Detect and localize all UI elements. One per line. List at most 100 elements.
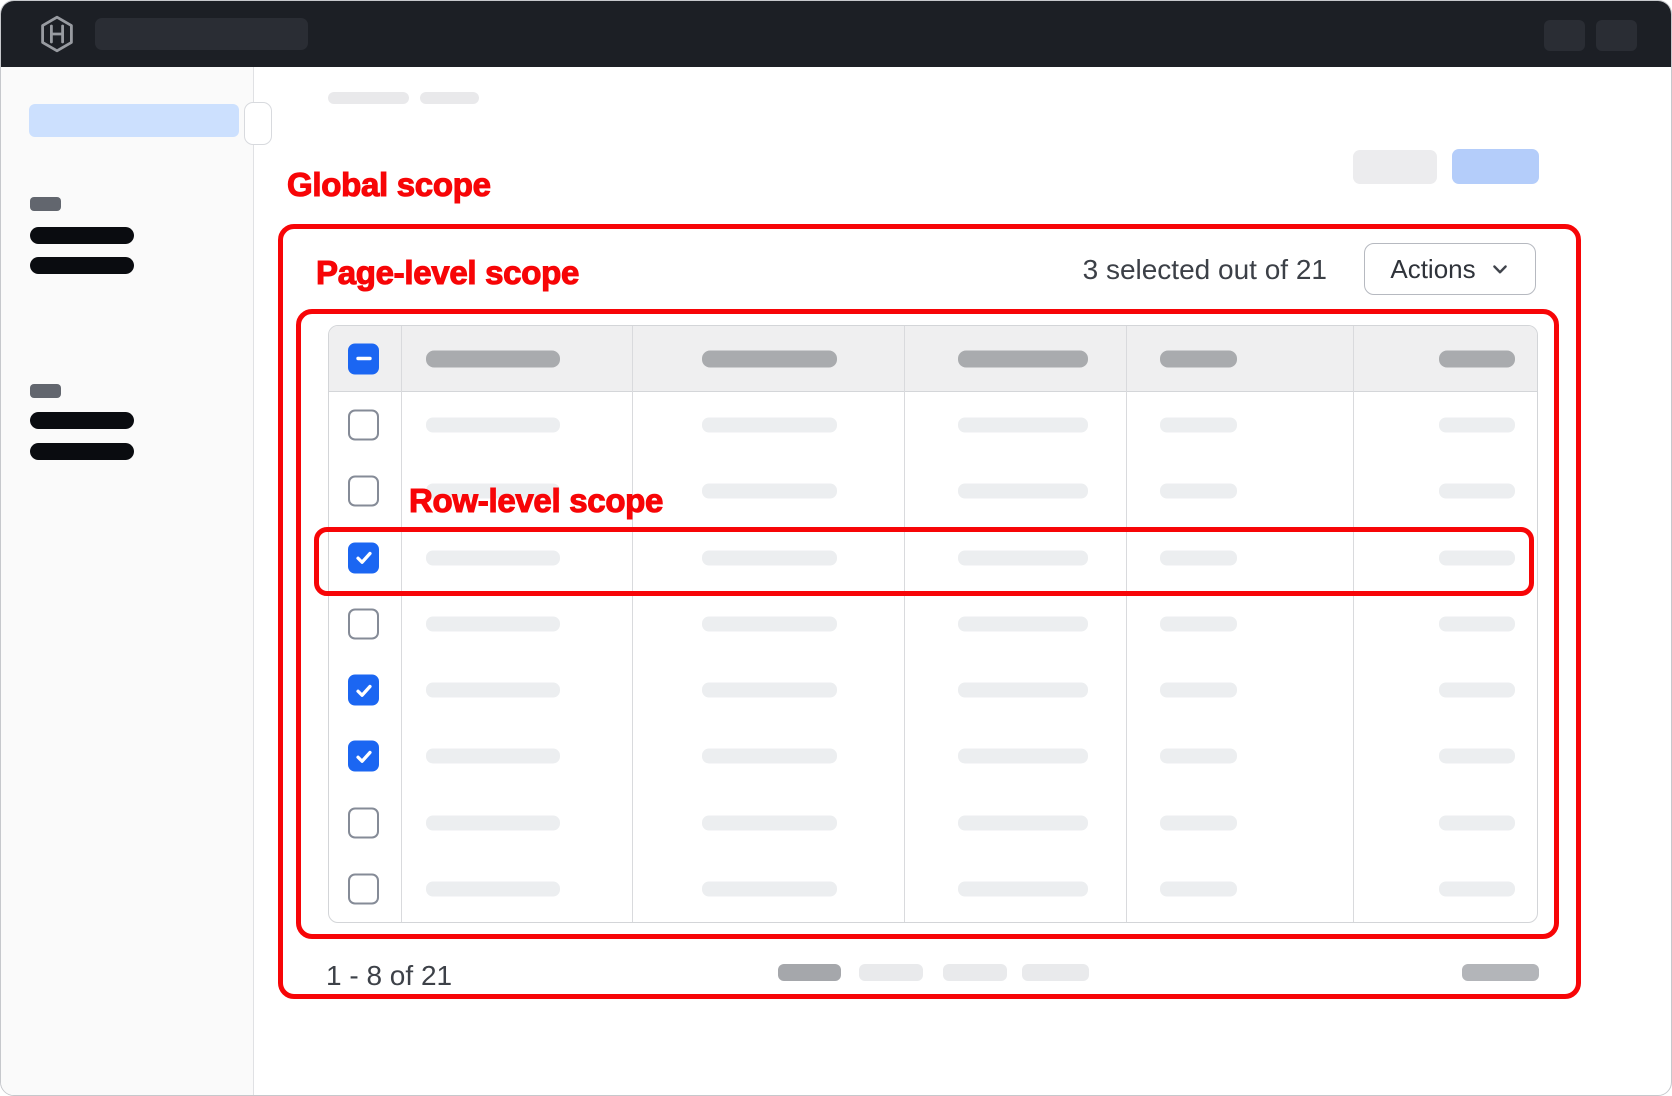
app-window: Global scope Page-level scope Row-level … xyxy=(0,0,1672,1096)
navbar-search-input[interactable] xyxy=(95,18,308,50)
cell-placeholder xyxy=(702,749,837,764)
column-divider xyxy=(632,326,633,922)
actions-button-label: Actions xyxy=(1390,254,1475,285)
pagination-page-placeholder[interactable] xyxy=(943,964,1007,981)
cell-placeholder xyxy=(702,484,837,499)
cell-placeholder xyxy=(958,683,1088,698)
secondary-button-placeholder[interactable] xyxy=(1353,150,1437,184)
column-header-placeholder xyxy=(702,350,837,367)
cell-placeholder xyxy=(426,616,560,631)
check-icon xyxy=(353,547,375,569)
selection-summary: 3 selected out of 21 xyxy=(1083,254,1327,286)
navbar-button-2[interactable] xyxy=(1596,20,1637,51)
sidebar-section-label xyxy=(30,384,61,398)
cell-placeholder xyxy=(958,881,1088,896)
cell-placeholder xyxy=(958,749,1088,764)
table-row[interactable] xyxy=(329,591,1537,657)
check-icon xyxy=(353,679,375,701)
table-row[interactable] xyxy=(329,392,1537,458)
row-checkbox[interactable] xyxy=(348,542,379,573)
cell-placeholder xyxy=(426,881,560,896)
pagination-next-placeholder[interactable] xyxy=(1462,964,1539,981)
pagination-page-placeholder[interactable] xyxy=(1022,964,1089,981)
column-header-placeholder xyxy=(426,350,560,367)
cell-placeholder xyxy=(1160,484,1237,499)
cell-placeholder xyxy=(1439,749,1515,764)
chevron-down-icon xyxy=(1490,259,1510,279)
cell-placeholder xyxy=(1439,815,1515,830)
column-divider xyxy=(401,326,402,922)
row-checkbox[interactable] xyxy=(348,741,379,772)
sidebar-section-label xyxy=(30,197,61,211)
sidebar-item-placeholder[interactable] xyxy=(30,443,134,460)
cell-placeholder xyxy=(426,683,560,698)
table-row[interactable] xyxy=(329,723,1537,789)
page-scope-label: Page-level scope xyxy=(316,255,579,291)
cell-placeholder xyxy=(958,616,1088,631)
column-divider xyxy=(1353,326,1354,922)
actions-button[interactable]: Actions xyxy=(1364,243,1536,295)
navbar-button-1[interactable] xyxy=(1544,20,1585,51)
cell-placeholder xyxy=(1160,749,1237,764)
row-checkbox[interactable] xyxy=(348,675,379,706)
cell-placeholder xyxy=(958,815,1088,830)
column-divider xyxy=(904,326,905,922)
row-checkbox[interactable] xyxy=(348,807,379,838)
select-all-checkbox[interactable] xyxy=(348,343,379,374)
sidebar-active-item[interactable] xyxy=(29,104,239,137)
cell-placeholder xyxy=(1439,484,1515,499)
column-header-placeholder xyxy=(1160,350,1237,367)
cell-placeholder xyxy=(702,881,837,896)
primary-button-placeholder[interactable] xyxy=(1452,149,1539,184)
cell-placeholder xyxy=(1160,815,1237,830)
table-row[interactable] xyxy=(329,657,1537,723)
cell-placeholder xyxy=(1160,881,1237,896)
row-checkbox[interactable] xyxy=(348,608,379,639)
cell-placeholder xyxy=(702,815,837,830)
data-table xyxy=(328,325,1538,923)
cell-placeholder xyxy=(426,815,560,830)
check-icon xyxy=(353,745,375,767)
cell-placeholder xyxy=(1160,418,1237,433)
top-navbar xyxy=(1,1,1671,67)
pagination-page-placeholder[interactable] xyxy=(778,964,841,981)
table-row[interactable] xyxy=(329,525,1537,591)
table-header xyxy=(329,326,1537,392)
global-scope-label: Global scope xyxy=(287,167,491,203)
cell-placeholder xyxy=(426,418,560,433)
cell-placeholder xyxy=(1439,550,1515,565)
sidebar-item-placeholder[interactable] xyxy=(30,412,134,429)
table-row[interactable] xyxy=(329,856,1537,922)
cell-placeholder xyxy=(1160,683,1237,698)
table-row[interactable] xyxy=(329,790,1537,856)
cell-placeholder xyxy=(1439,881,1515,896)
breadcrumb-item[interactable] xyxy=(328,92,409,104)
hashicorp-logo-icon xyxy=(37,14,77,54)
cell-placeholder xyxy=(702,550,837,565)
minus-icon xyxy=(353,348,375,370)
row-scope-label: Row-level scope xyxy=(409,483,663,519)
table-body xyxy=(329,392,1537,922)
cell-placeholder xyxy=(1439,418,1515,433)
row-checkbox[interactable] xyxy=(348,476,379,507)
pagination-range: 1 - 8 of 21 xyxy=(326,960,452,992)
row-checkbox[interactable] xyxy=(348,873,379,904)
cell-placeholder xyxy=(1160,616,1237,631)
sidebar xyxy=(1,67,254,1095)
row-checkbox[interactable] xyxy=(348,410,379,441)
cell-placeholder xyxy=(958,484,1088,499)
cell-placeholder xyxy=(702,418,837,433)
cell-placeholder xyxy=(1160,550,1237,565)
cell-placeholder xyxy=(702,616,837,631)
sidebar-item-placeholder[interactable] xyxy=(30,257,134,274)
cell-placeholder xyxy=(958,418,1088,433)
sidebar-collapse-handle[interactable] xyxy=(244,102,272,145)
column-header-placeholder xyxy=(958,350,1088,367)
cell-placeholder xyxy=(426,749,560,764)
sidebar-item-placeholder[interactable] xyxy=(30,227,134,244)
column-header-placeholder xyxy=(1439,350,1515,367)
cell-placeholder xyxy=(702,683,837,698)
breadcrumb-item[interactable] xyxy=(420,92,479,104)
pagination-page-placeholder[interactable] xyxy=(859,964,923,981)
cell-placeholder xyxy=(1439,616,1515,631)
